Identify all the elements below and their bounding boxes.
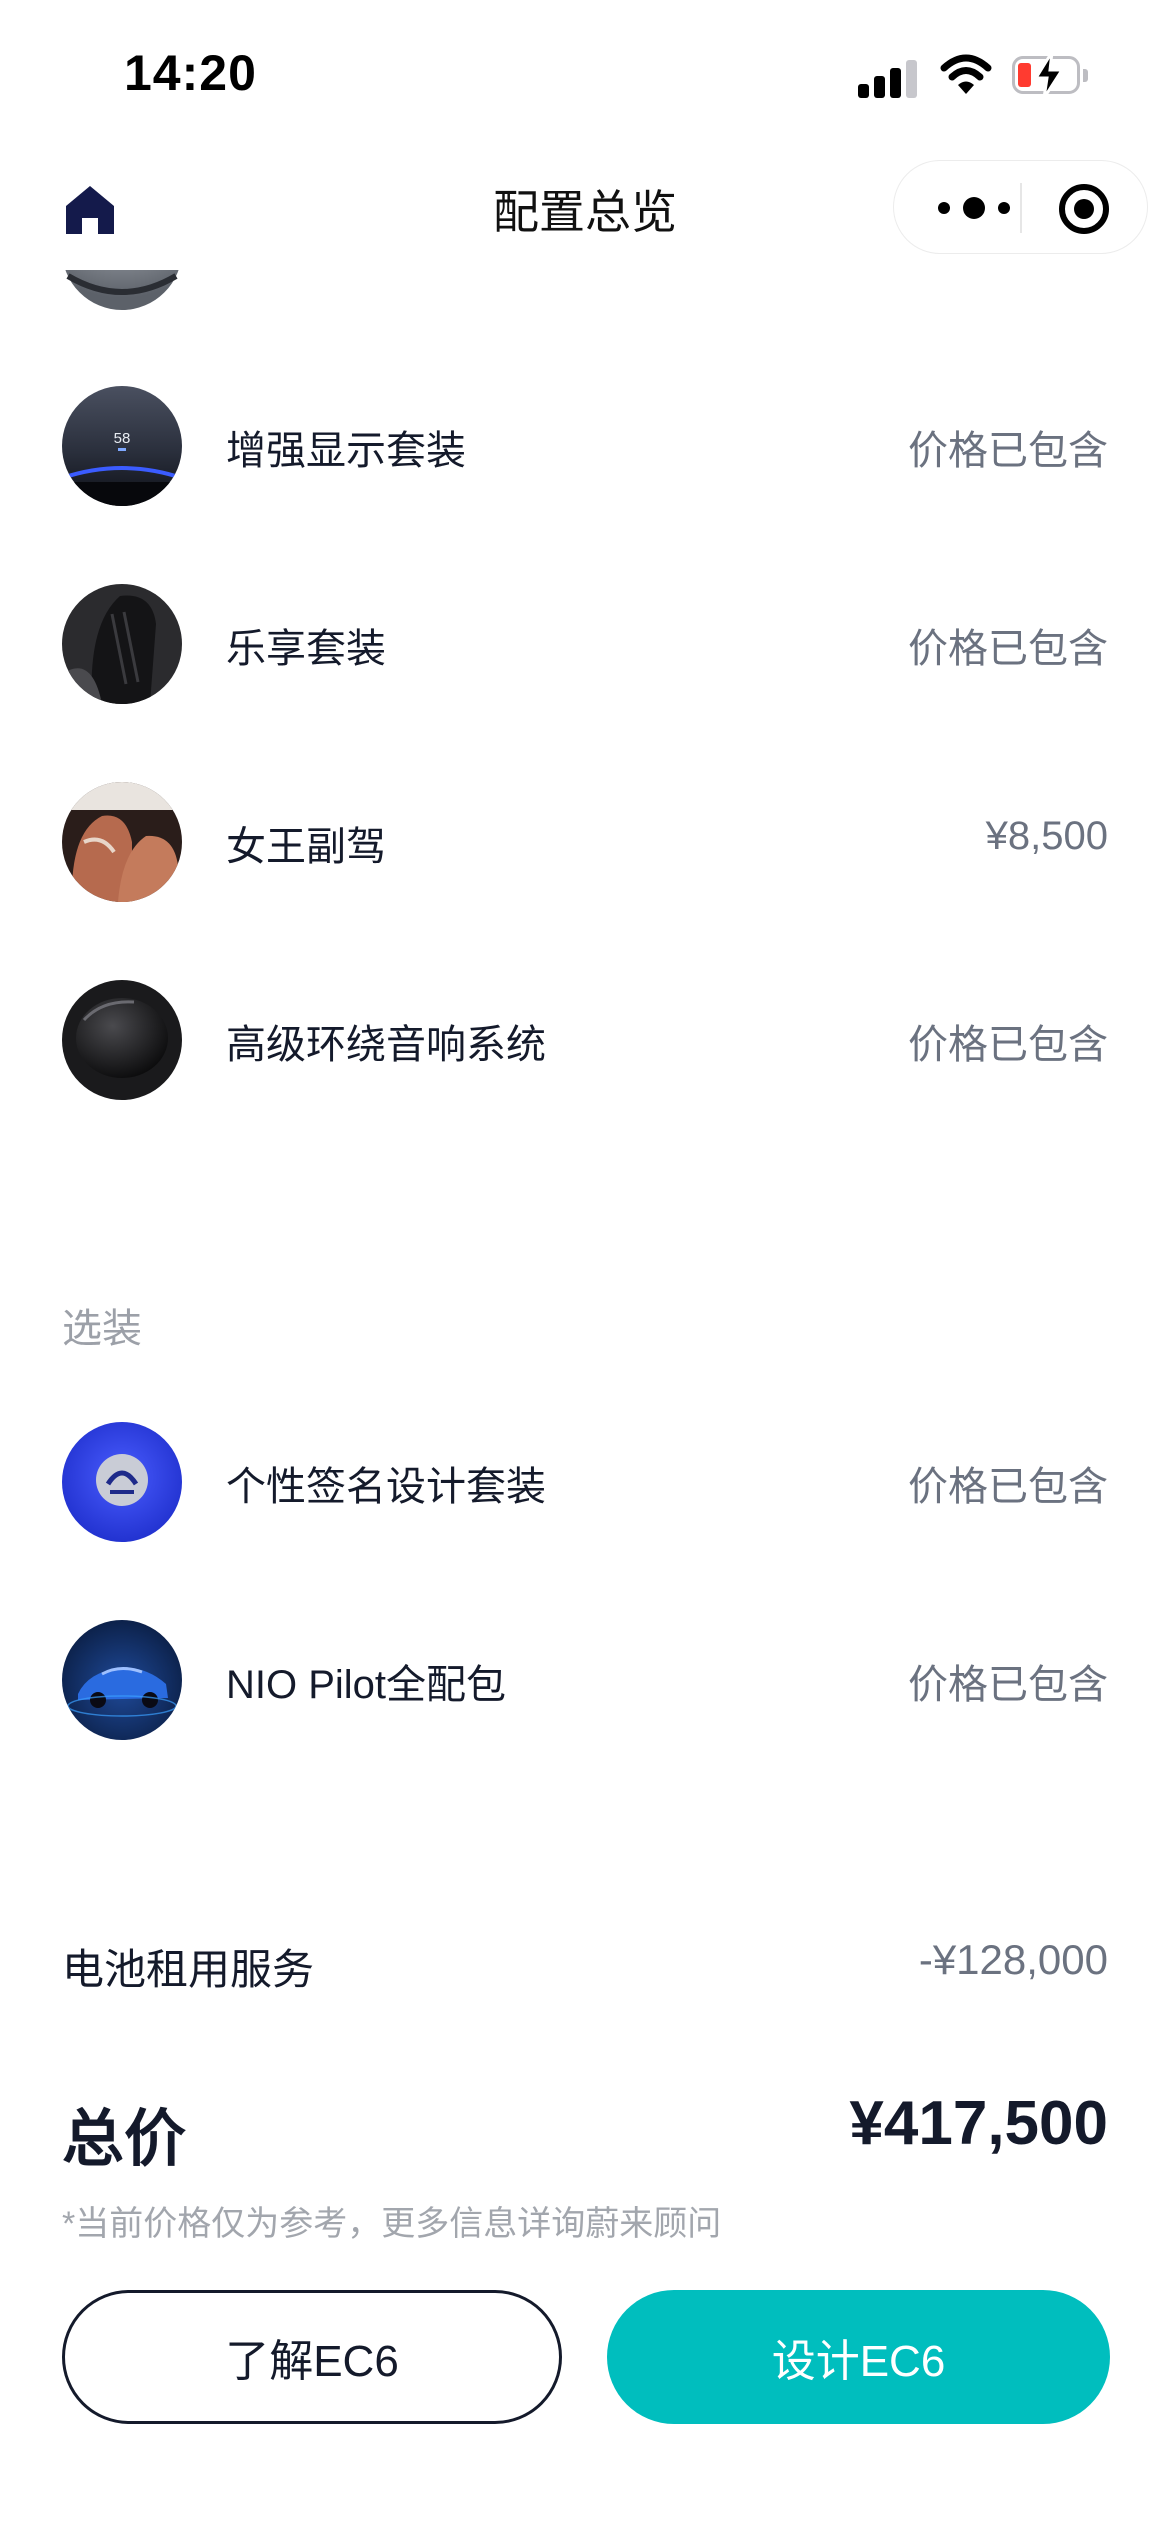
nio-badge-thumb [62,1422,182,1542]
cellular-signal-icon [858,58,918,98]
seat-thumb [62,584,182,704]
item-label: NIO Pilot全配包 [226,1663,507,1707]
list-item[interactable]: 女王副驾 ¥8,500 [0,782,1170,902]
capsule-divider [1020,183,1022,233]
price-disclaimer: *当前价格仅为参考，更多信息详询蔚来顾问 [62,2205,722,2243]
battery-icon [1012,51,1088,99]
passenger-seat-thumb [62,782,182,902]
item-price: 价格已包含 [908,1663,1108,1707]
item-price: 价格已包含 [908,627,1108,671]
item-label: 女王副驾 [226,825,386,869]
hud-speed-text: 58 [114,430,131,447]
list-item[interactable]: 乐享套装 价格已包含 [0,584,1170,704]
close-mini-program-icon[interactable] [1057,182,1111,236]
item-price: ¥8,500 [985,814,1108,858]
total-label: 总价 [62,2105,187,2174]
mini-program-capsule [893,160,1148,254]
partial-thumb [62,270,182,310]
battery-service-value: -¥128,000 [918,1936,1108,1983]
list-item[interactable]: 个性签名设计套装 价格已包含 [0,1422,1170,1542]
item-label: 乐享套装 [226,627,386,671]
list-item[interactable]: NIO Pilot全配包 价格已包含 [0,1620,1170,1740]
speaker-thumb [62,980,182,1100]
status-time: 14:20 [124,45,257,101]
hud-display-thumb: 58 [62,386,182,506]
car-thumb [62,1620,182,1740]
item-label: 个性签名设计套装 [226,1465,546,1509]
learn-ec6-button[interactable]: 了解EC6 [62,2290,562,2424]
item-price: 价格已包含 [908,1465,1108,1509]
total-price: ¥417,500 [849,2089,1108,2158]
item-label: 高级环绕音响系统 [226,1023,546,1067]
wifi-icon [940,54,992,94]
design-ec6-button[interactable]: 设计EC6 [607,2290,1110,2424]
list-item[interactable]: 58 增强显示套装 价格已包含 [0,386,1170,506]
more-options-icon[interactable] [930,191,1018,225]
item-label: 增强显示套装 [226,429,466,473]
item-price: 价格已包含 [908,1023,1108,1067]
item-price: 价格已包含 [908,429,1108,473]
section-title-optional: 选装 [62,1307,142,1351]
battery-service-label: 电池租用服务 [62,1946,315,1993]
list-item[interactable]: 高级环绕音响系统 价格已包含 [0,980,1170,1100]
